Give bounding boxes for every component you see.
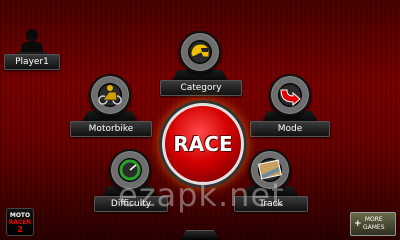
race-button-label: RACE <box>173 132 233 156</box>
more-games-line1: MORE <box>364 216 383 223</box>
race-button[interactable]: RACE <box>162 103 244 185</box>
plus-icon: + <box>354 219 362 229</box>
player-profile[interactable]: Player1 <box>4 28 60 70</box>
logo-line3: 2 <box>17 225 23 234</box>
bottom-handle <box>180 230 220 240</box>
helmet-icon <box>190 43 210 58</box>
player-name-label: Player1 <box>4 54 60 70</box>
mode-wheel[interactable] <box>269 74 311 116</box>
mode-arrow-icon <box>280 89 301 107</box>
motorbike-button[interactable]: Motorbike <box>70 121 152 137</box>
category-wheel[interactable] <box>179 31 221 73</box>
main-menu-screen: Player1 Category Motorbike Mode RACE Dif… <box>0 0 400 240</box>
logo-line1: MOTO <box>9 212 31 219</box>
category-button[interactable]: Category <box>160 80 242 96</box>
watermark-text: ezapk.net <box>118 176 285 214</box>
motorbike-icon <box>98 85 122 105</box>
motorbike-wheel[interactable] <box>89 74 131 116</box>
more-games-button[interactable]: + MORE GAMES <box>350 212 396 236</box>
mode-button[interactable]: Mode <box>250 121 330 137</box>
game-logo: MOTO RACER 2 <box>6 208 34 236</box>
more-games-line2: GAMES <box>363 224 385 231</box>
